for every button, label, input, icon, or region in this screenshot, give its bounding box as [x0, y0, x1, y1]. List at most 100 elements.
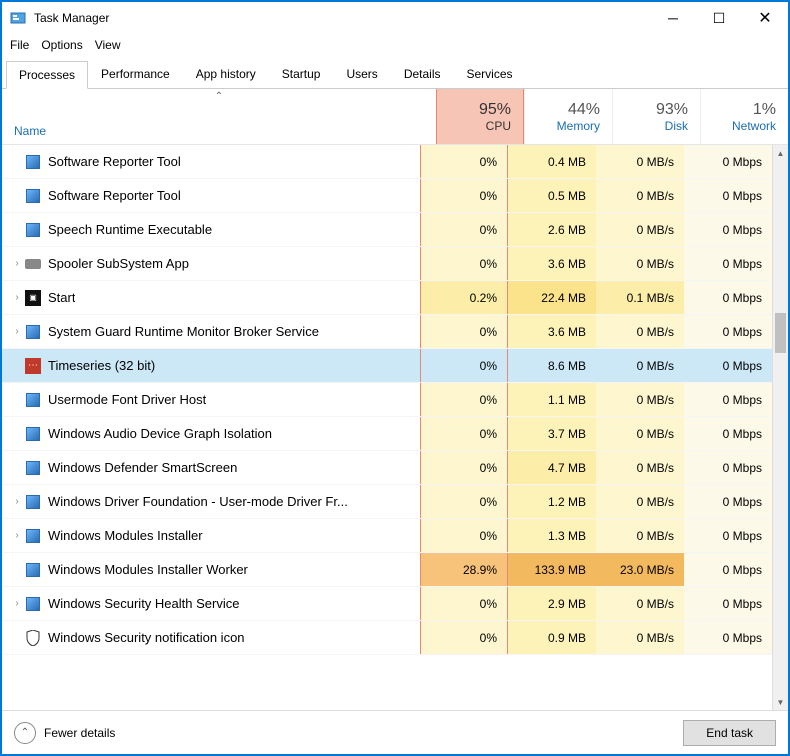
tab-startup[interactable]: Startup — [269, 60, 334, 88]
column-disk[interactable]: 93% Disk — [612, 89, 700, 144]
process-name-cell: ›System Guard Runtime Monitor Broker Ser… — [2, 315, 420, 348]
scroll-thumb[interactable] — [775, 313, 786, 353]
expand-icon[interactable]: › — [10, 598, 24, 609]
app-default-icon — [24, 323, 42, 341]
menu-view[interactable]: View — [95, 38, 121, 52]
network-value: 0 Mbps — [684, 213, 772, 246]
process-row[interactable]: › Windows Driver Foundation - User-mode D… — [2, 485, 772, 519]
process-row[interactable]: ›▣Start0.2%22.4 MB0.1 MB/s0 Mbps — [2, 281, 772, 315]
cpu-value: 0.2% — [420, 281, 508, 314]
network-value: 0 Mbps — [684, 179, 772, 212]
process-name-cell: Speech Runtime Executable — [2, 213, 420, 246]
disk-value: 0 MB/s — [596, 213, 684, 246]
app-default-icon — [24, 527, 42, 545]
footer: ⌃ Fewer details End task — [2, 710, 788, 754]
titlebar[interactable]: Task Manager ─ ☐ ✕ — [2, 2, 788, 34]
printer-icon — [24, 255, 42, 273]
process-name-cell: Windows Defender SmartScreen — [2, 451, 420, 484]
fewer-details-button[interactable]: ⌃ Fewer details — [14, 722, 115, 744]
process-name: Speech Runtime Executable — [48, 222, 212, 237]
menubar: File Options View — [2, 34, 788, 56]
network-value: 0 Mbps — [684, 451, 772, 484]
disk-value: 0 MB/s — [596, 349, 684, 382]
menu-options[interactable]: Options — [41, 38, 82, 52]
column-name[interactable]: ⌃ Name — [2, 89, 436, 144]
network-value: 0 Mbps — [684, 519, 772, 552]
process-name: Software Reporter Tool — [48, 154, 181, 169]
process-row[interactable]: Windows Defender SmartScreen0%4.7 MB0 MB… — [2, 451, 772, 485]
process-row[interactable]: Windows Audio Device Graph Isolation0%3.… — [2, 417, 772, 451]
tab-users[interactable]: Users — [333, 60, 390, 88]
expand-icon[interactable]: › — [10, 530, 24, 541]
cpu-value: 0% — [420, 587, 508, 620]
cpu-value: 0% — [420, 451, 508, 484]
process-name: Windows Audio Device Graph Isolation — [48, 426, 272, 441]
process-name-cell: ›Windows Modules Installer — [2, 519, 420, 552]
process-row[interactable]: Usermode Font Driver Host0%1.1 MB0 MB/s0… — [2, 383, 772, 417]
tab-services[interactable]: Services — [454, 60, 526, 88]
process-row[interactable]: Windows Security notification icon0%0.9 … — [2, 621, 772, 655]
expand-icon[interactable]: › — [10, 258, 24, 269]
scrollbar[interactable]: ▲ ▼ — [772, 145, 788, 710]
network-value: 0 Mbps — [684, 587, 772, 620]
scroll-down-icon[interactable]: ▼ — [773, 694, 788, 710]
disk-value: 0 MB/s — [596, 179, 684, 212]
chevron-up-icon: ⌃ — [14, 722, 36, 744]
process-row[interactable]: ⋯Timeseries (32 bit)0%8.6 MB0 MB/s0 Mbps — [2, 349, 772, 383]
column-network[interactable]: 1% Network — [700, 89, 788, 144]
minimize-button[interactable]: ─ — [650, 3, 696, 33]
memory-value: 1.1 MB — [508, 383, 596, 416]
disk-value: 0 MB/s — [596, 621, 684, 654]
process-row[interactable]: ›Windows Modules Installer0%1.3 MB0 MB/s… — [2, 519, 772, 553]
disk-value: 0 MB/s — [596, 383, 684, 416]
column-memory[interactable]: 44% Memory — [524, 89, 612, 144]
process-name-cell: › Windows Security Health Service — [2, 587, 420, 620]
process-name-cell: Software Reporter Tool — [2, 179, 420, 212]
disk-value: 0.1 MB/s — [596, 281, 684, 314]
app-default-icon — [24, 561, 42, 579]
process-name-cell: Usermode Font Driver Host — [2, 383, 420, 416]
column-cpu[interactable]: 95% CPU — [436, 89, 524, 144]
memory-value: 2.6 MB — [508, 213, 596, 246]
disk-value: 0 MB/s — [596, 247, 684, 280]
maximize-button[interactable]: ☐ — [696, 3, 742, 33]
process-row[interactable]: Software Reporter Tool0%0.5 MB0 MB/s0 Mb… — [2, 179, 772, 213]
disk-value: 0 MB/s — [596, 485, 684, 518]
tab-processes[interactable]: Processes — [6, 61, 88, 89]
process-row[interactable]: ›System Guard Runtime Monitor Broker Ser… — [2, 315, 772, 349]
network-value: 0 Mbps — [684, 621, 772, 654]
scroll-up-icon[interactable]: ▲ — [773, 145, 788, 161]
app-default-icon — [24, 391, 42, 409]
expand-icon[interactable]: › — [10, 326, 24, 337]
memory-value: 3.6 MB — [508, 315, 596, 348]
menu-file[interactable]: File — [10, 38, 29, 52]
process-row[interactable]: ›Spooler SubSystem App0%3.6 MB0 MB/s0 Mb… — [2, 247, 772, 281]
tab-performance[interactable]: Performance — [88, 60, 183, 88]
app-default-icon — [24, 153, 42, 171]
network-value: 0 Mbps — [684, 417, 772, 450]
process-name: Windows Defender SmartScreen — [48, 460, 237, 475]
network-value: 0 Mbps — [684, 349, 772, 382]
network-value: 0 Mbps — [684, 553, 772, 586]
network-value: 0 Mbps — [684, 281, 772, 314]
task-manager-window: Task Manager ─ ☐ ✕ File Options View Pro… — [0, 0, 790, 756]
disk-value: 0 MB/s — [596, 417, 684, 450]
expand-icon[interactable]: › — [10, 496, 24, 507]
process-name-cell: Windows Audio Device Graph Isolation — [2, 417, 420, 450]
network-value: 0 Mbps — [684, 315, 772, 348]
process-row[interactable]: Windows Modules Installer Worker28.9%133… — [2, 553, 772, 587]
process-row[interactable]: Speech Runtime Executable0%2.6 MB0 MB/s0… — [2, 213, 772, 247]
expand-icon[interactable]: › — [10, 292, 24, 303]
process-row[interactable]: ›Windows Security Health Service0%2.9 MB… — [2, 587, 772, 621]
start-icon: ▣ — [24, 289, 42, 307]
process-name-cell: Windows Modules Installer Worker — [2, 553, 420, 586]
end-task-button[interactable]: End task — [683, 720, 776, 746]
app-default-icon — [24, 425, 42, 443]
app-default-icon — [24, 595, 42, 613]
process-name: Windows Security Health Service — [48, 596, 239, 611]
tab-app-history[interactable]: App history — [183, 60, 269, 88]
close-button[interactable]: ✕ — [742, 3, 788, 33]
process-row[interactable]: Software Reporter Tool0%0.4 MB0 MB/s0 Mb… — [2, 145, 772, 179]
process-name: Windows Driver Foundation - User-mode Dr… — [48, 494, 348, 509]
tab-details[interactable]: Details — [391, 60, 454, 88]
